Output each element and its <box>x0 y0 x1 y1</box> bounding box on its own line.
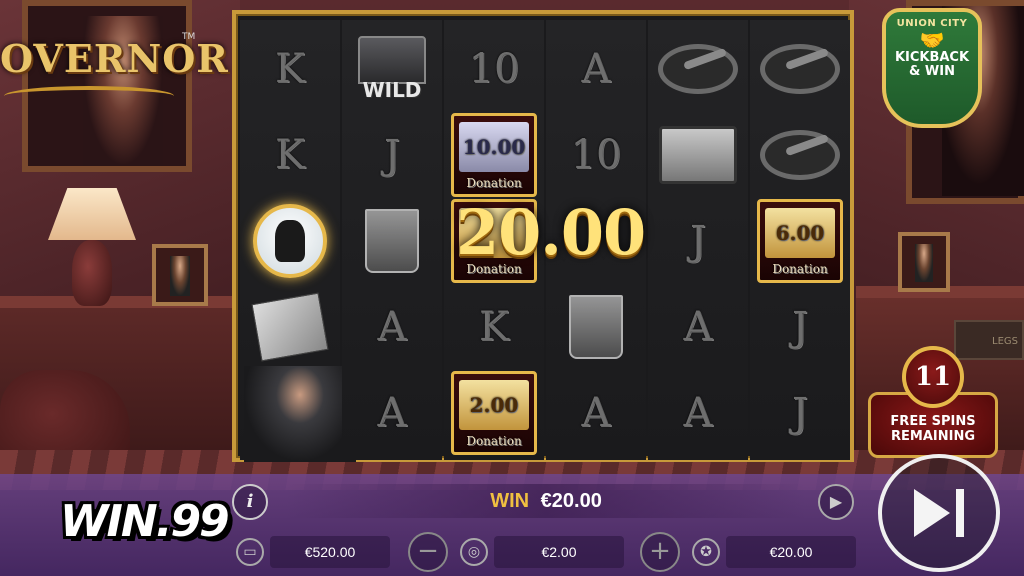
symbol-j: J <box>791 390 809 436</box>
free-spins-count: 11 <box>902 346 964 408</box>
free-spins-line2: REMAINING <box>891 429 975 444</box>
logo-flourish <box>4 86 174 106</box>
reel-1: K K <box>240 20 356 462</box>
skip-bar-icon <box>956 489 964 537</box>
donation-label: Donation <box>772 262 828 276</box>
symbol-a: A <box>377 304 407 350</box>
book: LEGS <box>954 320 1024 360</box>
reel-2: WILD J A A <box>342 20 442 460</box>
symbol-k: K <box>275 46 305 92</box>
donation-label: Donation <box>466 434 522 448</box>
ashtray-symbol <box>750 112 850 198</box>
donation-symbol: 6.00 Donation <box>750 198 850 284</box>
wild-symbol: WILD <box>342 26 442 112</box>
big-win-amount: 20.00 <box>456 196 646 269</box>
ashtray-symbol <box>750 26 850 112</box>
money-briefcase-symbol <box>648 112 748 198</box>
donation-value: 2.00 <box>459 380 529 430</box>
handshake-icon: 🤝 <box>919 28 945 52</box>
donation-symbol: 10.00 Donation <box>444 112 544 198</box>
symbol-k: K <box>275 132 305 178</box>
donation-value: 10.00 <box>459 122 529 172</box>
symbol-j: J <box>383 132 401 178</box>
symbol-j: J <box>689 218 707 264</box>
bet-value: €2.00 <box>494 536 624 568</box>
reel-6: 6.00 Donation J J <box>750 20 850 460</box>
play-icon <box>914 489 950 537</box>
symbol-a: A <box>377 390 407 436</box>
symbol-10: 10 <box>570 132 622 178</box>
wallet-icon: ▭ <box>236 538 264 566</box>
coins-icon: ◎ <box>460 538 488 566</box>
ashtray-symbol <box>648 26 748 112</box>
balance-value: €520.00 <box>270 536 390 568</box>
info-button[interactable]: i <box>232 484 268 520</box>
donation-symbol: 2.00 Donation <box>444 370 544 456</box>
gangster-scatter-symbol <box>240 198 340 284</box>
turbo-button[interactable]: ▶ <box>818 484 854 520</box>
bet-decrease-button[interactable]: − <box>408 532 448 572</box>
game-logo: OVERNOR <box>0 36 229 81</box>
boss-symbol <box>244 366 356 462</box>
wild-label: WILD <box>362 78 422 102</box>
symbol-a: A <box>581 46 611 92</box>
logo-trademark: TM <box>182 32 196 42</box>
symbol-a: A <box>683 304 713 350</box>
whiskey-glass-symbol <box>546 284 646 370</box>
last-win-value: €20.00 <box>726 536 856 568</box>
badge-line2: & WIN <box>909 64 955 79</box>
spin-button[interactable] <box>878 454 1000 572</box>
win-label: WIN <box>490 490 530 512</box>
capitol-icon <box>358 36 426 84</box>
kickback-win-badge[interactable]: UNION CITY 🤝 KICKBACK & WIN <box>882 8 982 128</box>
small-photo-frame <box>152 244 208 306</box>
whiskey-glass-symbol <box>342 198 442 284</box>
trophy-icon: ✪ <box>692 538 720 566</box>
win-amount: €20.00 <box>540 490 602 512</box>
badge-line1: KICKBACK <box>894 50 970 65</box>
bet-increase-button[interactable]: + <box>640 532 680 572</box>
lamp-base <box>72 240 112 306</box>
symbol-j: J <box>791 304 809 350</box>
brand-watermark: WIN.99 <box>60 496 230 547</box>
symbol-10: 10 <box>468 46 520 92</box>
symbol-a: A <box>581 390 611 436</box>
donation-label: Donation <box>466 176 522 190</box>
document-symbol <box>240 284 340 370</box>
win-display: WIN €20.00 <box>286 484 806 518</box>
free-spins-line1: FREE SPINS <box>890 414 976 429</box>
small-photo-frame-right <box>898 232 950 292</box>
symbol-k: K <box>479 304 509 350</box>
donation-value: 6.00 <box>765 208 835 258</box>
reel-5: J A A <box>648 20 748 460</box>
symbol-a: A <box>683 390 713 436</box>
